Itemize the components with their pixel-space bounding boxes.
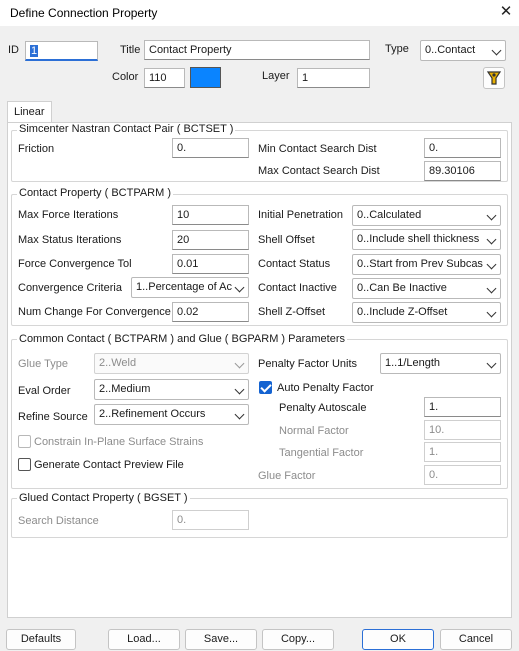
- penalty-autoscale-field[interactable]: 1.: [424, 397, 501, 417]
- common-title: Common Contact ( BCTPARM ) and Glue ( BG…: [17, 333, 348, 345]
- type-label: Type: [385, 43, 409, 55]
- id-field[interactable]: 1: [25, 41, 98, 61]
- num-change-label: Num Change For Convergence: [18, 306, 171, 318]
- chevron-down-icon: [234, 358, 245, 369]
- chevron-down-icon: [486, 210, 497, 221]
- chevron-down-icon: [486, 259, 497, 270]
- shell-z-select[interactable]: 0..Include Z-Offset: [352, 302, 501, 323]
- close-icon[interactable]: ✕: [496, 2, 516, 22]
- bctparm-title: Contact Property ( BCTPARM ): [17, 187, 173, 199]
- penalty-autoscale-label: Penalty Autoscale: [279, 402, 367, 414]
- load-from-library-button[interactable]: [483, 67, 505, 89]
- conv-crit-label: Convergence Criteria: [18, 282, 122, 294]
- glue-factor-field[interactable]: 0.: [424, 465, 501, 485]
- max-force-label: Max Force Iterations: [18, 209, 119, 221]
- constrain-checkbox[interactable]: [18, 435, 31, 448]
- contact-status-label: Contact Status: [258, 258, 331, 270]
- glue-factor-label: Glue Factor: [258, 470, 316, 482]
- normal-factor-label: Normal Factor: [279, 425, 349, 437]
- auto-penalty-label: Auto Penalty Factor: [277, 382, 374, 394]
- force-tol-label: Force Convergence Tol: [18, 258, 132, 270]
- constrain-label: Constrain In-Plane Surface Strains: [34, 436, 204, 448]
- friction-field[interactable]: 0.: [172, 138, 249, 158]
- refine-source-select[interactable]: 2..Refinement Occurs: [94, 404, 249, 425]
- penalty-units-label: Penalty Factor Units: [258, 358, 358, 370]
- chevron-down-icon: [234, 409, 245, 420]
- glue-type-label: Glue Type: [18, 358, 68, 370]
- color-field[interactable]: 110: [144, 68, 185, 88]
- normal-factor-field[interactable]: 10.: [424, 420, 501, 440]
- min-search-field[interactable]: 0.: [424, 138, 501, 158]
- contact-inactive-label: Contact Inactive: [258, 282, 337, 294]
- window-title: Define Connection Property: [10, 6, 158, 20]
- contact-status-select[interactable]: 0..Start from Prev Subcas: [352, 254, 501, 275]
- title-field[interactable]: Contact Property: [144, 40, 370, 60]
- chevron-down-icon: [486, 234, 497, 245]
- save-button[interactable]: Save...: [185, 629, 257, 650]
- layer-field[interactable]: 1: [297, 68, 370, 88]
- max-search-field[interactable]: 89.30106: [424, 161, 501, 181]
- copy-button[interactable]: Copy...: [262, 629, 334, 650]
- chevron-down-icon: [486, 358, 497, 369]
- max-status-field[interactable]: 20: [172, 230, 249, 250]
- tangential-factor-label: Tangential Factor: [279, 447, 364, 459]
- chevron-down-icon: [486, 283, 497, 294]
- chevron-down-icon: [234, 282, 245, 293]
- glue-type-select[interactable]: 2..Weld: [94, 353, 249, 374]
- init-pen-label: Initial Penetration: [258, 209, 343, 221]
- friction-label: Friction: [18, 143, 55, 155]
- chevron-down-icon: [491, 45, 502, 56]
- cancel-button[interactable]: Cancel: [440, 629, 512, 650]
- shell-z-label: Shell Z-Offset: [258, 306, 326, 318]
- title-label: Title: [120, 44, 141, 56]
- ok-button[interactable]: OK: [362, 629, 434, 650]
- bctset-title: Simcenter Nastran Contact Pair ( BCTSET …: [17, 123, 236, 135]
- max-force-field[interactable]: 10: [172, 205, 249, 225]
- bgset-title: Glued Contact Property ( BGSET ): [17, 492, 190, 504]
- chevron-down-icon: [486, 307, 497, 318]
- id-label: ID: [8, 44, 19, 56]
- num-change-field[interactable]: 0.02: [172, 302, 249, 322]
- force-tol-field[interactable]: 0.01: [172, 254, 249, 274]
- type-select[interactable]: 0..Contact: [420, 40, 506, 61]
- max-status-label: Max Status Iterations: [18, 234, 122, 246]
- color-label: Color: [112, 71, 139, 83]
- search-distance-label: Search Distance: [18, 515, 99, 527]
- tangential-factor-field[interactable]: 1.: [424, 442, 501, 462]
- shell-offset-label: Shell Offset: [258, 234, 315, 246]
- conv-crit-select[interactable]: 1..Percentage of Ac: [131, 277, 249, 298]
- load-button[interactable]: Load...: [108, 629, 180, 650]
- search-distance-field[interactable]: 0.: [172, 510, 249, 530]
- preview-label: Generate Contact Preview File: [34, 459, 184, 471]
- eval-order-label: Eval Order: [18, 385, 71, 397]
- tab-linear[interactable]: Linear: [7, 101, 52, 123]
- preview-checkbox[interactable]: [18, 458, 31, 471]
- layer-label: Layer: [262, 70, 290, 82]
- color-swatch-button[interactable]: [190, 67, 221, 88]
- init-pen-select[interactable]: 0..Calculated: [352, 205, 501, 226]
- eval-order-select[interactable]: 2..Medium: [94, 379, 249, 400]
- chevron-down-icon: [234, 384, 245, 395]
- penalty-units-select[interactable]: 1..1/Length: [380, 353, 501, 374]
- auto-penalty-checkbox[interactable]: [259, 381, 272, 394]
- defaults-button[interactable]: Defaults: [6, 629, 76, 650]
- min-search-label: Min Contact Search Dist: [258, 143, 377, 155]
- shell-offset-select[interactable]: 0..Include shell thickness: [352, 229, 501, 250]
- max-search-label: Max Contact Search Dist: [258, 165, 380, 177]
- refine-source-label: Refine Source: [18, 411, 88, 423]
- contact-inactive-select[interactable]: 0..Can Be Inactive: [352, 278, 501, 299]
- library-icon: [486, 71, 502, 85]
